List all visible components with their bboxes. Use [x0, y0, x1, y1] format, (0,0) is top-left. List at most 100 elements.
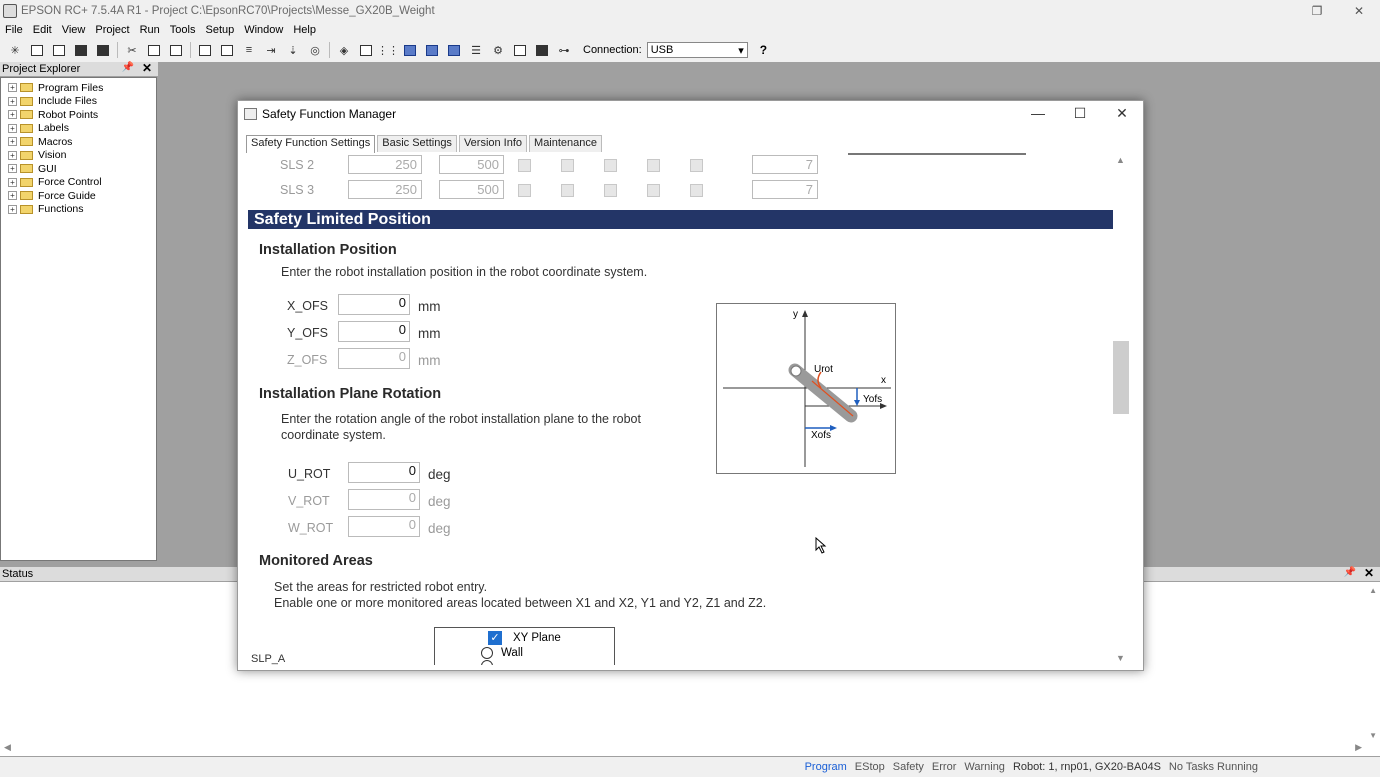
y-ofs-field[interactable]: 0	[338, 321, 410, 342]
close-icon[interactable]: ✕	[142, 61, 152, 75]
scroll-down-icon[interactable]: ▼	[1369, 731, 1377, 740]
robot-manager-icon[interactable]: ◈	[336, 42, 352, 58]
sls-checkbox[interactable]	[604, 184, 617, 197]
tree-item-macros[interactable]: + Macros	[1, 135, 156, 149]
status-horizontal-scrollbar[interactable]: ◀ ▶	[0, 742, 1366, 756]
globe-icon[interactable]: ◎	[307, 42, 323, 58]
scroll-thumb[interactable]	[1113, 341, 1129, 414]
tab-maintenance[interactable]: Maintenance	[529, 135, 603, 152]
sort-icon[interactable]: ⇣	[285, 42, 301, 58]
tree-item-gui[interactable]: + GUI	[1, 162, 156, 176]
settings-icon[interactable]	[512, 42, 528, 58]
menu-file[interactable]: File	[0, 24, 28, 36]
menu-edit[interactable]: Edit	[28, 24, 57, 36]
expand-icon[interactable]: +	[8, 137, 17, 147]
copy-icon[interactable]	[146, 42, 162, 58]
menu-help[interactable]: Help	[288, 24, 321, 36]
scroll-down-icon[interactable]: ▼	[1116, 653, 1125, 663]
indent-icon[interactable]: ≡	[241, 42, 257, 58]
tab-safety-function-settings[interactable]: Safety Function Settings	[246, 135, 376, 153]
scroll-left-icon[interactable]: ◀	[4, 742, 11, 753]
sls-checkbox[interactable]	[647, 159, 660, 172]
save-all-icon[interactable]	[73, 42, 89, 58]
expand-icon[interactable]: +	[8, 110, 17, 120]
status-vertical-scrollbar[interactable]: ▲ ▼	[1365, 582, 1380, 742]
minimize-button[interactable]: —	[1017, 101, 1059, 125]
x-ofs-field[interactable]: 0	[338, 294, 410, 315]
expand-icon[interactable]: +	[8, 150, 17, 160]
expand-icon[interactable]: +	[8, 177, 17, 187]
z-ofs-field[interactable]: 0	[338, 348, 410, 369]
io-monitor-icon[interactable]: ⋮⋮	[377, 42, 399, 58]
sls-checkbox[interactable]	[604, 159, 617, 172]
tree-item-vision[interactable]: + Vision	[1, 149, 156, 163]
xy-plane-checkbox[interactable]: ✓	[488, 631, 502, 645]
tree-item-labels[interactable]: + Labels	[1, 122, 156, 136]
menu-project[interactable]: Project	[90, 24, 134, 36]
scroll-up-icon[interactable]: ▲	[1369, 586, 1377, 595]
tab-version-info[interactable]: Version Info	[458, 135, 528, 152]
vision-guide-icon[interactable]	[402, 42, 418, 58]
camera-icon[interactable]	[534, 42, 550, 58]
sls-speed-field[interactable]: 250	[348, 180, 422, 199]
wall-radio[interactable]	[481, 647, 493, 659]
cut-icon[interactable]: ✂	[124, 42, 140, 58]
io-label-icon[interactable]: ☰	[468, 42, 484, 58]
command-window-icon[interactable]	[358, 42, 374, 58]
sls-value-field[interactable]: 7	[752, 180, 818, 199]
connection-select[interactable]: USB ▾	[646, 42, 748, 58]
pin-icon[interactable]: 📌	[1344, 567, 1356, 578]
scroll-right-icon[interactable]: ▶	[1355, 742, 1362, 753]
expand-icon[interactable]: +	[8, 191, 17, 201]
restore-button[interactable]: ❐	[1296, 0, 1338, 22]
w-rot-field[interactable]: 0	[348, 516, 420, 537]
expand-icon[interactable]: +	[8, 123, 17, 133]
sls-checkbox[interactable]	[518, 159, 531, 172]
dialog-close-button[interactable]: ✕	[1101, 101, 1143, 125]
maximize-button[interactable]: ☐	[1059, 101, 1101, 125]
rebuild-icon[interactable]	[219, 42, 235, 58]
sls-value-field[interactable]: 7	[752, 155, 818, 174]
tree-item-include-files[interactable]: + Include Files	[1, 95, 156, 109]
expand-icon[interactable]: +	[8, 164, 17, 174]
close-button[interactable]: ✕	[1338, 0, 1380, 22]
tree-item-program-files[interactable]: + Program Files	[1, 81, 156, 95]
robot-icon[interactable]	[424, 42, 440, 58]
simulator-icon[interactable]: ⚙	[490, 42, 506, 58]
close-icon[interactable]: ✕	[1364, 566, 1374, 580]
expand-icon[interactable]: +	[8, 83, 17, 93]
u-rot-field[interactable]: 0	[348, 462, 420, 483]
menu-run[interactable]: Run	[135, 24, 165, 36]
sls-accel-field[interactable]: 500	[439, 180, 504, 199]
v-rot-field[interactable]: 0	[348, 489, 420, 510]
sls-accel-field[interactable]: 500	[439, 155, 504, 174]
force-guide-icon[interactable]	[446, 42, 462, 58]
build-icon[interactable]	[197, 42, 213, 58]
expand-icon[interactable]: +	[8, 204, 17, 214]
open-icon[interactable]	[51, 42, 67, 58]
area-radio[interactable]	[481, 660, 493, 665]
dialog-vertical-scrollbar[interactable]: ▲ ▼	[1113, 153, 1130, 665]
tab-basic-settings[interactable]: Basic Settings	[377, 135, 457, 152]
menu-window[interactable]: Window	[239, 24, 288, 36]
sls-checkbox[interactable]	[518, 184, 531, 197]
tree-item-force-control[interactable]: + Force Control	[1, 176, 156, 190]
paste-icon[interactable]	[168, 42, 184, 58]
print-icon[interactable]	[95, 42, 111, 58]
sls-checkbox[interactable]	[690, 159, 703, 172]
new-file-icon[interactable]	[29, 42, 45, 58]
scroll-up-icon[interactable]: ▲	[1116, 155, 1125, 165]
new-project-icon[interactable]: ✳	[7, 42, 23, 58]
tree-item-robot-points[interactable]: + Robot Points	[1, 108, 156, 122]
tree-item-functions[interactable]: + Functions	[1, 203, 156, 217]
sls-checkbox[interactable]	[647, 184, 660, 197]
tree-item-force-guide[interactable]: + Force Guide	[1, 189, 156, 203]
menu-view[interactable]: View	[57, 24, 91, 36]
sls-checkbox[interactable]	[561, 184, 574, 197]
sls-checkbox[interactable]	[690, 184, 703, 197]
sls-speed-field[interactable]: 250	[348, 155, 422, 174]
help-icon[interactable]: ?	[760, 43, 767, 57]
sls-checkbox[interactable]	[561, 159, 574, 172]
pin-icon[interactable]: 📌	[122, 62, 134, 73]
expand-icon[interactable]: +	[8, 96, 17, 106]
